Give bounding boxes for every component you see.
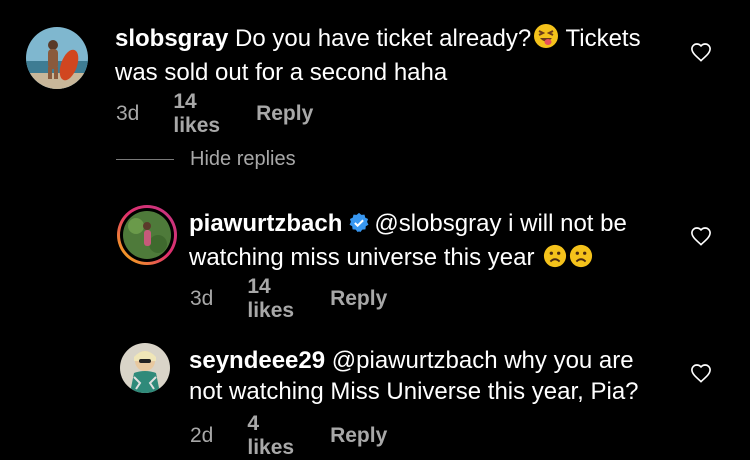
comment-text: Do you have ticket already? [228, 25, 532, 52]
frowning-face-emoji-icon [569, 244, 593, 276]
comment-text: Tickets [559, 25, 641, 52]
avatar[interactable] [116, 204, 178, 266]
comment-username[interactable]: seyndeee29 [189, 347, 325, 374]
avatar[interactable] [26, 27, 88, 89]
heart-icon[interactable] [690, 226, 712, 251]
comment-time: 2d [190, 424, 214, 447]
hide-replies-toggle[interactable]: Hide replies [116, 148, 296, 171]
comment-text: @piawurtzbach why you are [325, 347, 634, 374]
comment-text: not watching Miss Universe this year, Pi… [189, 378, 639, 405]
hide-replies-label: Hide replies [190, 148, 296, 170]
heart-icon[interactable] [690, 42, 712, 67]
reply-button[interactable]: Reply [330, 287, 387, 311]
reply-button[interactable]: Reply [330, 424, 387, 448]
comment-username[interactable]: slobsgray [115, 25, 228, 52]
likes-count[interactable]: 14 likes [173, 90, 220, 138]
comment-username[interactable]: piawurtzbach [189, 210, 342, 237]
divider [116, 159, 174, 160]
comment-text: was sold out for a second haha [115, 59, 448, 86]
frowning-face-emoji-icon [543, 244, 567, 276]
likes-count[interactable]: 4 likes [247, 412, 294, 460]
comment-text: watching miss universe this year [189, 244, 542, 271]
comment-time: 3d [190, 287, 214, 310]
reply-button[interactable]: Reply [256, 102, 313, 126]
comment-text: @slobsgray i will not be [374, 210, 627, 237]
avatar[interactable] [120, 343, 170, 393]
likes-count[interactable]: 14 likes [247, 275, 294, 323]
heart-icon[interactable] [690, 363, 712, 388]
verified-badge-icon [348, 211, 370, 242]
comment-time: 3d [116, 102, 140, 125]
squinting-tongue-emoji-icon [533, 23, 559, 57]
